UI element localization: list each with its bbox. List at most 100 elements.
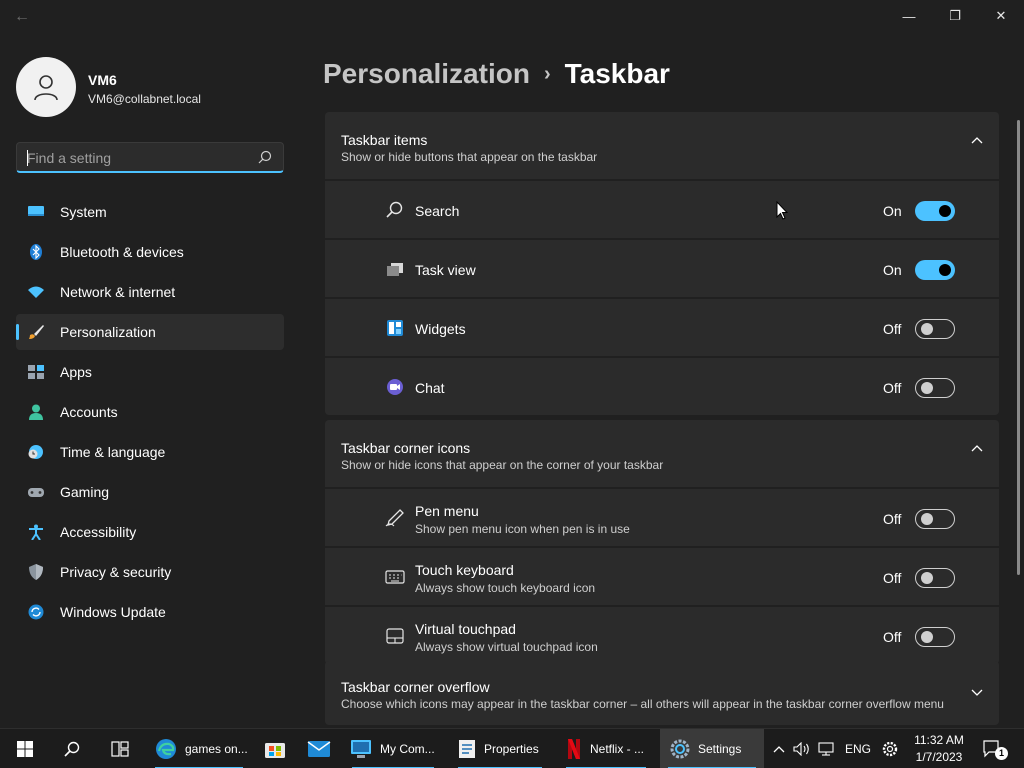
close-button[interactable]: ✕: [978, 0, 1024, 32]
sidebar-item-label: System: [60, 204, 107, 220]
avatar[interactable]: [16, 57, 76, 117]
section-corner-overflow-header[interactable]: Taskbar corner overflow Choose which ico…: [325, 661, 999, 725]
mouse-cursor-icon: [776, 201, 788, 220]
user-profile[interactable]: VM6 VM6@collabnet.local: [16, 57, 296, 117]
virtual-touchpad-toggle[interactable]: [915, 627, 955, 647]
taskbar-clock[interactable]: 11:32 AM 1/7/2023: [905, 732, 973, 766]
setting-row-search: Search On: [325, 181, 999, 238]
back-button[interactable]: ←: [10, 8, 34, 26]
notification-center-button[interactable]: 1: [982, 729, 1008, 768]
accessibility-icon: [29, 524, 43, 540]
sidebar-item-windows-update[interactable]: Windows Update: [16, 594, 284, 630]
tray-overflow-button[interactable]: [770, 729, 788, 768]
network-icon: [818, 742, 834, 756]
sidebar-item-system[interactable]: System: [16, 194, 284, 230]
toggle-state: Off: [883, 570, 902, 586]
setting-row-task-view: Task view On: [325, 240, 999, 297]
shield-icon: [29, 564, 43, 580]
setting-description: Always show virtual touchpad icon: [415, 640, 598, 654]
search-icon: [386, 201, 403, 218]
setting-description: Show pen menu icon when pen is in use: [415, 522, 630, 536]
touch-keyboard-toggle[interactable]: [915, 568, 955, 588]
taskbar-app-settings[interactable]: Settings: [660, 729, 764, 768]
sidebar-item-accounts[interactable]: Accounts: [16, 394, 284, 430]
sidebar-item-privacy[interactable]: Privacy & security: [16, 554, 284, 590]
toggle-state: On: [883, 203, 902, 219]
text-caret: [27, 150, 28, 166]
sidebar-item-label: Apps: [60, 364, 92, 380]
chevron-up-icon[interactable]: [971, 444, 983, 452]
taskbar-app-properties[interactable]: Properties: [450, 729, 550, 768]
section-description: Show or hide buttons that appear on the …: [341, 150, 598, 164]
section-taskbar-items-header[interactable]: Taskbar items Show or hide buttons that …: [325, 112, 999, 179]
task-view-toggle[interactable]: [915, 260, 955, 280]
setting-row-virtual-touchpad: Virtual touchpad Always show virtual tou…: [325, 607, 999, 664]
sidebar-item-gaming[interactable]: Gaming: [16, 474, 284, 510]
clock-time: 11:32 AM: [914, 733, 964, 747]
sidebar-item-network[interactable]: Network & internet: [16, 274, 284, 310]
setting-label: Chat: [415, 380, 445, 396]
chevron-up-icon[interactable]: [971, 136, 983, 144]
taskbar-app-label: Properties: [484, 742, 539, 756]
setting-label: Widgets: [415, 321, 466, 337]
edge-icon: [156, 739, 176, 759]
bluetooth-icon: [30, 244, 42, 260]
sidebar-item-label: Privacy & security: [60, 564, 172, 580]
taskbar-app-mail[interactable]: [306, 729, 332, 768]
gear-icon: [882, 741, 898, 757]
taskbar-app-store[interactable]: [262, 729, 288, 768]
taskbar-search-button[interactable]: [58, 729, 86, 768]
sidebar-nav: System Bluetooth & devices Network & int…: [16, 194, 284, 634]
setting-label: Virtual touchpad: [415, 621, 516, 637]
search-toggle[interactable]: [915, 201, 955, 221]
toggle-knob: [939, 264, 951, 276]
section-title: Taskbar corner overflow: [341, 679, 490, 695]
user-email: VM6@collabnet.local: [88, 92, 201, 106]
person-icon: [34, 75, 58, 101]
task-view-icon: [111, 741, 129, 757]
minimize-button[interactable]: —: [886, 0, 932, 32]
pen-menu-toggle[interactable]: [915, 509, 955, 529]
toggle-state: Off: [883, 511, 902, 527]
tray-settings-button[interactable]: [880, 729, 900, 768]
breadcrumb-parent[interactable]: Personalization: [323, 58, 530, 89]
section-description: Show or hide icons that appear on the co…: [341, 458, 664, 472]
gamepad-icon: [28, 488, 44, 497]
sidebar-item-label: Accessibility: [60, 524, 137, 540]
taskbar-app-my-computer[interactable]: My Com...: [344, 729, 442, 768]
scrollbar[interactable]: [1017, 120, 1020, 575]
setting-label: Task view: [415, 262, 476, 278]
taskbar-app-edge[interactable]: games on...: [147, 729, 251, 768]
chat-toggle[interactable]: [915, 378, 955, 398]
widgets-toggle[interactable]: [915, 319, 955, 339]
chevron-down-icon[interactable]: [971, 689, 983, 697]
search-input[interactable]: [27, 148, 247, 168]
maximize-button[interactable]: ❐: [932, 0, 978, 32]
sidebar-item-accessibility[interactable]: Accessibility: [16, 514, 284, 550]
apps-icon: [28, 365, 44, 379]
sidebar-item-label: Personalization: [60, 324, 156, 340]
sidebar-item-bluetooth[interactable]: Bluetooth & devices: [16, 234, 284, 270]
input-language[interactable]: ENG: [845, 729, 871, 768]
sidebar-item-time-language[interactable]: Time & language: [16, 434, 284, 470]
mail-icon: [307, 741, 331, 757]
pen-icon: [385, 509, 404, 527]
setting-label: Touch keyboard: [415, 562, 514, 578]
search-box[interactable]: [16, 142, 284, 173]
notification-badge: 1: [995, 747, 1008, 760]
start-button[interactable]: [10, 729, 40, 768]
title-bar: ← — ❐ ✕: [0, 0, 1024, 32]
setting-label: Pen menu: [415, 503, 479, 519]
volume-button[interactable]: [792, 729, 812, 768]
section-corner-icons-header[interactable]: Taskbar corner icons Show or hide icons …: [325, 420, 999, 487]
section-title: Taskbar items: [341, 132, 428, 148]
properties-icon: [459, 740, 475, 758]
toggle-knob: [921, 631, 933, 643]
task-view-button[interactable]: [106, 729, 134, 768]
sidebar-item-personalization[interactable]: Personalization: [16, 314, 284, 350]
network-button[interactable]: [817, 729, 837, 768]
search-icon[interactable]: [258, 150, 272, 164]
taskbar-app-netflix[interactable]: Netflix - ...: [558, 729, 654, 768]
sidebar-item-apps[interactable]: Apps: [16, 354, 284, 390]
netflix-icon: [568, 739, 580, 759]
